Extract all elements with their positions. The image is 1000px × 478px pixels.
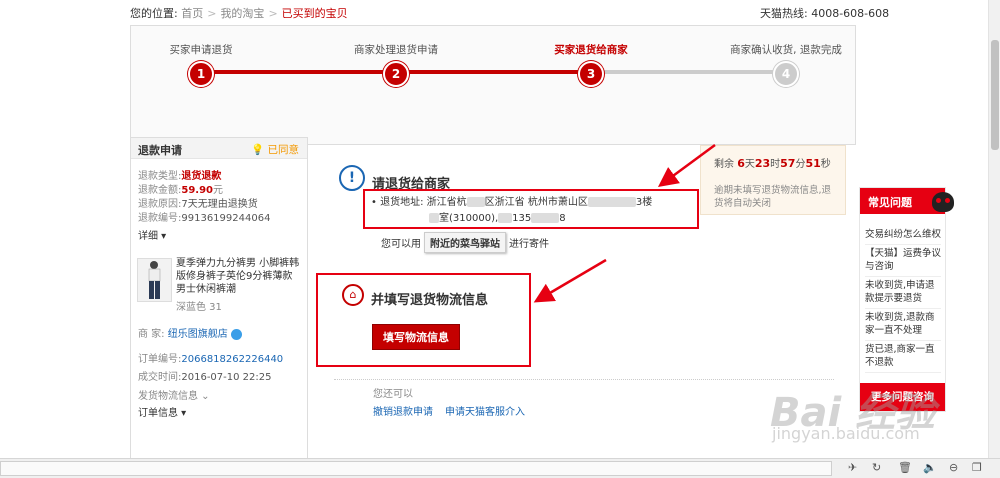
faq-panel: 常见问题 交易纠纷怎么维权 【天猫】运费争议与咨询 未收到货,申请退款提示要退货… — [859, 187, 954, 412]
seller-link[interactable]: 纽乐图旗舰店 — [168, 329, 228, 340]
step-circle-3: 3 — [578, 61, 604, 87]
nearby-cainiao-button[interactable]: 附近的菜鸟驿站 — [424, 232, 506, 253]
refund-summary-header: 退款申请 💡 已同意 — [131, 138, 307, 159]
refund-id: 99136199244064 — [181, 213, 271, 224]
baidu-watermark-url: jingyan.baidu.com — [772, 424, 920, 443]
countdown-timer: 剩余 6天23时57分51秒 — [714, 157, 831, 170]
order-info-toggle[interactable]: 订单信息 ▾ — [138, 404, 186, 419]
faq-item[interactable]: 【天猫】运费争议与咨询 — [865, 247, 941, 277]
faq-header: 常见问题 — [860, 188, 954, 214]
product-title[interactable]: 夏季弹力九分裤男 小脚裤韩版修身裤子英伦9分裤薄款男士休闲裤潮 — [176, 257, 301, 296]
also-label: 您还可以 — [373, 389, 413, 400]
cancel-refund-link[interactable]: 撤销退款申请 — [373, 403, 433, 418]
refund-amount-row: 退款金额:59.90元 — [138, 185, 224, 196]
refund-summary-panel: 退款申请 💡 已同意 退款类型:退货退款 退款金额:59.90元 退款原因:7天… — [130, 137, 308, 467]
status-area — [0, 461, 832, 476]
step-label-4: 商家确认收货, 退款完成 — [730, 44, 842, 56]
detail-toggle[interactable]: 详细 ▾ — [138, 227, 166, 242]
hotline: 天猫热线: 4008-608-608 — [760, 7, 890, 20]
faq-item[interactable]: 未收到货,退款商家一直不处理 — [865, 311, 941, 341]
product-sku: 深蓝色 31 — [176, 302, 222, 313]
breadcrumb: 您的位置: 首页 > 我的淘宝 > 已买到的宝贝 — [130, 7, 348, 20]
chat-icon[interactable] — [230, 328, 242, 340]
deal-time: 2016-07-10 22:25 — [181, 372, 272, 383]
refund-summary-title: 退款申请 — [138, 144, 182, 157]
faq-title: 常见问题 — [868, 196, 912, 209]
refund-type-row: 退款类型:退货退款 — [138, 171, 222, 182]
home-icon: ⌂ — [342, 284, 364, 306]
step-circle-1: 1 — [188, 61, 214, 87]
info-icon: ! — [339, 165, 365, 191]
agreed-status: 💡 已同意 — [251, 142, 299, 157]
scrollbar-thumb[interactable] — [991, 40, 999, 150]
fill-logistics-button[interactable]: 填写物流信息 — [372, 324, 460, 350]
deal-time-row: 成交时间:2016-07-10 22:25 — [138, 372, 272, 383]
vertical-scrollbar[interactable] — [988, 0, 1000, 458]
tmall-service-link[interactable]: 申请天猫客服介入 — [445, 403, 525, 418]
step-label-1: 买家申请退货 — [169, 44, 233, 56]
progress-track-pending — [591, 70, 786, 74]
faq-item[interactable]: 未收到货,申请退款提示要退货 — [865, 279, 941, 309]
seller-row: 商 家: 纽乐图旗舰店 — [138, 325, 242, 340]
step-label-2: 商家处理退货申请 — [354, 44, 438, 56]
return-address: • 退货地址: 浙江省杭 区浙江省 杭州市萧山区 3楼 室(310000), 135 8 — [371, 197, 653, 224]
step-circle-2: 2 — [383, 61, 409, 87]
step-label-3: 买家退货给商家 — [554, 44, 628, 56]
countdown-panel: 剩余 6天23时57分51秒 逾期未填写退货物流信息,退货将自动关闭 — [700, 145, 846, 215]
refresh-icon[interactable]: ↻ — [872, 461, 881, 474]
lightbulb-icon: 💡 — [251, 144, 265, 156]
tmall-cat-icon — [932, 192, 954, 212]
refund-reason-row: 退款原因:7天无理由退换货 — [138, 199, 258, 210]
window-icon[interactable]: ❐ — [972, 461, 982, 474]
volume-icon[interactable]: 🔈 — [923, 461, 937, 474]
refund-progress: 买家申请退货 商家处理退货申请 买家退货给商家 商家确认收货, 退款完成 1 2… — [130, 25, 856, 145]
product-thumbnail[interactable] — [137, 258, 172, 302]
order-no-row: 订单编号:2066818262226440 — [138, 354, 284, 365]
shipping-info-toggle[interactable]: 发货物流信息 ⌄ — [138, 387, 210, 402]
location-label: 您的位置: — [130, 7, 178, 20]
browser-status-bar: ✈ ↻ 🗑 🔈 ⊖ ❐ — [0, 458, 1000, 478]
pin-icon[interactable]: ✈ — [848, 461, 857, 474]
faq-item[interactable]: 交易纠纷怎么维权 — [865, 228, 941, 245]
refund-id-row: 退款编号:99136199244064 — [138, 213, 271, 224]
countdown-note: 逾期未填写退货物流信息,退货将自动关闭 — [714, 185, 832, 209]
agreed-label: 已同意 — [267, 144, 300, 156]
zoom-icon[interactable]: ⊖ — [949, 461, 958, 474]
faq-item[interactable]: 货已退,商家一直不退款 — [865, 343, 941, 373]
order-number[interactable]: 2066818262226440 — [181, 354, 283, 365]
trash-icon[interactable]: 🗑 — [898, 461, 912, 474]
breadcrumb-my-taobao[interactable]: 我的淘宝 — [220, 7, 264, 20]
breadcrumb-home[interactable]: 首页 — [181, 7, 203, 20]
divider — [334, 379, 834, 380]
logistics-title: 并填写退货物流信息 — [371, 293, 489, 308]
step-circle-4: 4 — [773, 61, 799, 87]
dropoff-hint: 您可以用 附近的菜鸟驿站 进行寄件 — [381, 232, 549, 253]
breadcrumb-bought[interactable]: 已买到的宝贝 — [282, 7, 348, 20]
